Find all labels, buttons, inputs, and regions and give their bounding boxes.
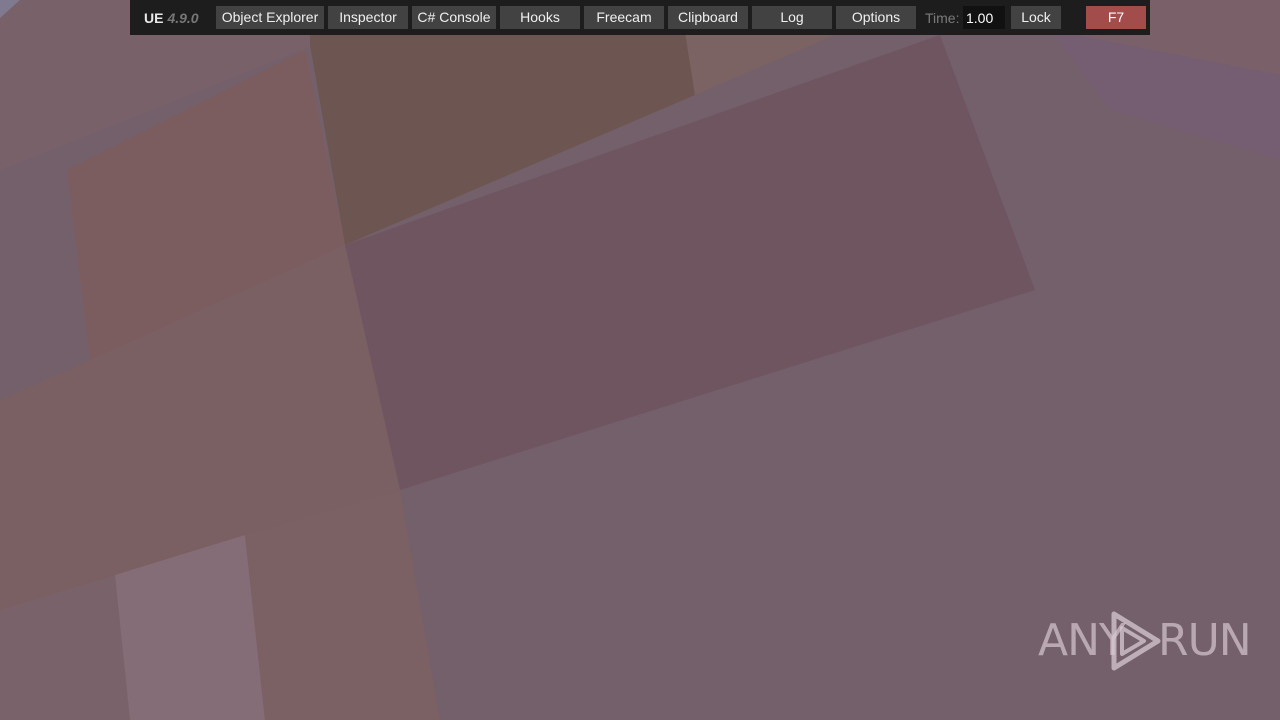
time-scale-label: Time: (925, 10, 960, 26)
app-version: 4.9.0 (167, 10, 199, 26)
time-scale-input[interactable] (963, 6, 1005, 29)
app-name: UE (144, 10, 164, 26)
inspector-button[interactable]: Inspector (328, 6, 408, 29)
app-brand: UE 4.9.0 (144, 10, 199, 26)
clipboard-button[interactable]: Clipboard (668, 6, 748, 29)
options-button[interactable]: Options (836, 6, 916, 29)
explorer-toolbar: UE 4.9.0 Object Explorer Inspector C# Con… (130, 0, 1150, 35)
anyrun-watermark: ANY RUN (1038, 606, 1252, 676)
watermark-text-right: RUN (1158, 615, 1252, 666)
play-triangle-icon (1111, 611, 1161, 671)
log-button[interactable]: Log (752, 6, 832, 29)
object-explorer-button[interactable]: Object Explorer (216, 6, 324, 29)
csharp-console-button[interactable]: C# Console (412, 6, 496, 29)
lock-button[interactable]: Lock (1011, 6, 1061, 29)
hooks-button[interactable]: Hooks (500, 6, 580, 29)
game-viewport: ANY RUN (0, 0, 1280, 720)
freecam-button[interactable]: Freecam (584, 6, 664, 29)
hide-menu-button[interactable]: F7 (1086, 6, 1146, 29)
